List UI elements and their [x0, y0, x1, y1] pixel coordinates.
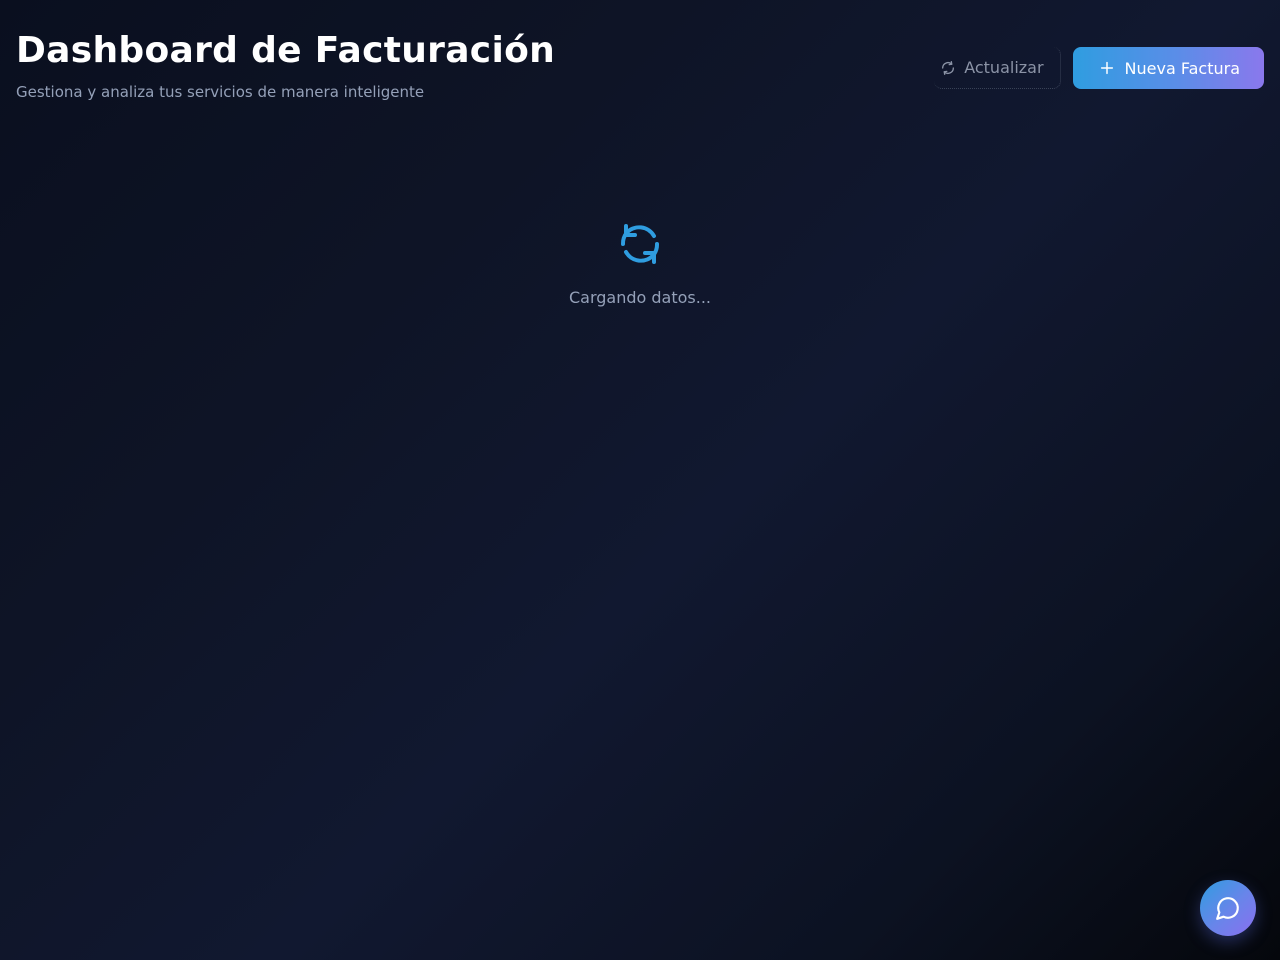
plus-icon — [1099, 60, 1115, 76]
loading-state: Cargando datos... — [0, 220, 1280, 307]
page-subtitle: Gestiona y analiza tus servicios de mane… — [16, 83, 425, 101]
loading-spinner-icon — [616, 220, 664, 268]
refresh-button-label: Actualizar — [964, 58, 1044, 77]
new-invoice-button-label: Nueva Factura — [1124, 58, 1240, 78]
loading-text: Cargando datos... — [568, 288, 712, 307]
page-title: Dashboard de Facturación — [16, 30, 556, 71]
page-header: Dashboard de Facturación Gestiona y anal… — [16, 28, 555, 102]
chat-bubble-icon — [1215, 895, 1241, 921]
new-invoice-button[interactable]: Nueva Factura — [1072, 47, 1264, 89]
chat-button[interactable] — [1200, 880, 1256, 936]
refresh-button[interactable]: Actualizar — [934, 47, 1061, 89]
refresh-icon — [940, 60, 956, 76]
header-actions: Actualizar Nueva Factura — [934, 47, 1264, 89]
